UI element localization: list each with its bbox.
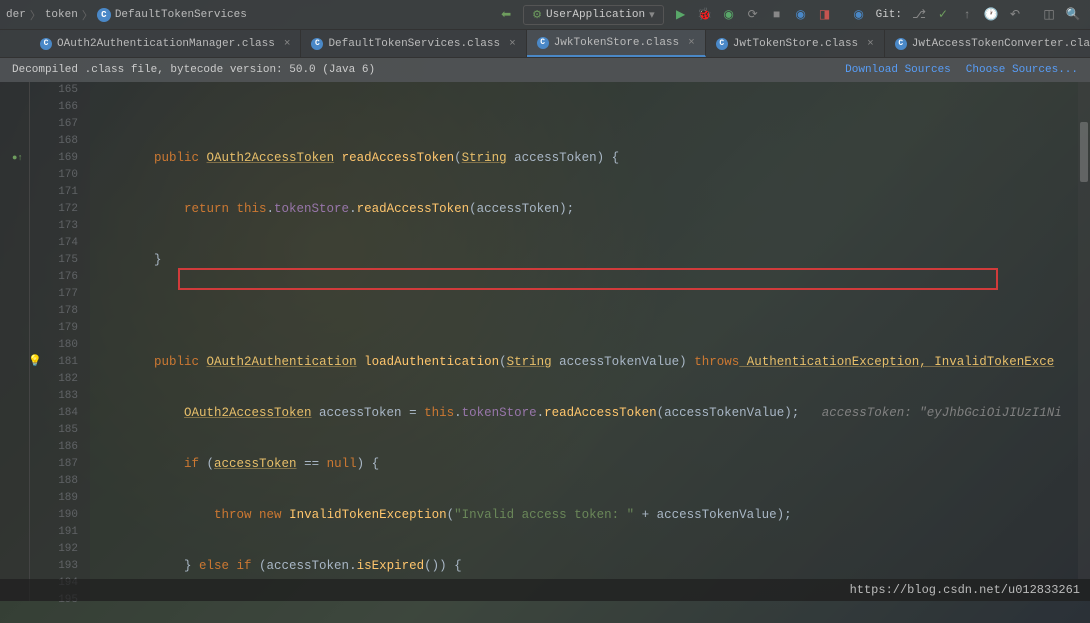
close-icon[interactable]: × [284, 38, 291, 50]
tab-oauth2authmanager[interactable]: C OAuth2AuthenticationManager.class × [30, 30, 301, 57]
line-number: 193 [30, 558, 78, 575]
line-number: 167 [30, 116, 78, 133]
profile-icon[interactable]: ⟳ [742, 4, 764, 26]
line-number: 182 [30, 371, 78, 388]
tool-icon[interactable]: ◉ [848, 4, 870, 26]
close-icon[interactable]: × [867, 38, 874, 50]
line-number: 185 [30, 422, 78, 439]
tab-label: DefaultTokenServices.class [328, 38, 500, 50]
watermark-text: https://blog.csdn.net/u012833261 [850, 583, 1080, 597]
git-history-icon[interactable]: 🕐 [980, 4, 1002, 26]
line-number: 166 [30, 99, 78, 116]
line-number: 187 [30, 456, 78, 473]
close-icon[interactable]: × [509, 38, 516, 50]
tab-label: JwtAccessTokenConverter.class [912, 38, 1090, 50]
git-label: Git: [876, 9, 902, 21]
breadcrumb[interactable]: der 〉 token 〉 C DefaultTokenServices [6, 7, 247, 23]
class-icon: C [537, 37, 549, 49]
run-config-dropdown[interactable]: ⚙ UserApplication ▾ [523, 5, 663, 25]
line-number: 177 [30, 286, 78, 303]
class-icon: C [716, 38, 728, 50]
tool-icon[interactable]: ◫ [1038, 4, 1060, 26]
breadcrumb-class[interactable]: DefaultTokenServices [115, 9, 247, 21]
line-number: 189 [30, 490, 78, 507]
chevron-right-icon: 〉 [82, 7, 93, 23]
tab-defaulttokenservices[interactable]: C DefaultTokenServices.class × [301, 30, 526, 57]
line-number: 191 [30, 524, 78, 541]
git-commit-icon[interactable]: ✓ [932, 4, 954, 26]
line-number: 184 [30, 405, 78, 422]
git-revert-icon[interactable]: ↶ [1004, 4, 1026, 26]
line-number: 183 [30, 388, 78, 405]
line-number: 178 [30, 303, 78, 320]
line-number: ●↑169 [30, 150, 78, 167]
tab-label: JwkTokenStore.class [554, 37, 679, 49]
line-number: 176 [30, 269, 78, 286]
tab-label: JwtTokenStore.class [733, 38, 858, 50]
stop-icon[interactable]: ■ [766, 4, 788, 26]
run-config-label: UserApplication [546, 9, 645, 21]
tab-jwktokenstore[interactable]: C JwkTokenStore.class × [527, 30, 706, 57]
line-number: 170 [30, 167, 78, 184]
line-number: 180 [30, 337, 78, 354]
line-number: 190 [30, 507, 78, 524]
class-icon: C [97, 8, 111, 22]
line-number: 188 [30, 473, 78, 490]
line-number: 179 [30, 320, 78, 337]
bulb-icon[interactable]: 💡 [28, 354, 42, 371]
tab-jwtaccesstokenconverter[interactable]: C JwtAccessTokenConverter.class × [885, 30, 1090, 57]
code-area[interactable]: public OAuth2AccessToken readAccessToken… [90, 82, 1090, 601]
line-number: 175 [30, 252, 78, 269]
line-number: 💡181 [30, 354, 78, 371]
search-icon[interactable]: 🔍 [1062, 4, 1084, 26]
top-toolbar: der 〉 token 〉 C DefaultTokenServices ⬅ ⚙… [0, 0, 1090, 30]
download-sources-link[interactable]: Download Sources [845, 64, 951, 76]
run-icon[interactable]: ▶ [670, 4, 692, 26]
tab-label: OAuth2AuthenticationManager.class [57, 38, 275, 50]
decompile-banner: Decompiled .class file, bytecode version… [0, 58, 1090, 82]
code-editor[interactable]: 165 166 167 168 ●↑169 170 171 172 173 17… [0, 82, 1090, 601]
git-branch-icon[interactable]: ⎇ [908, 4, 930, 26]
line-number: 172 [30, 201, 78, 218]
tool-icon[interactable]: ◨ [814, 4, 836, 26]
breadcrumb-folder[interactable]: token [45, 9, 78, 21]
chevron-down-icon: ▾ [649, 8, 655, 22]
back-icon[interactable]: ⬅ [495, 4, 517, 26]
line-number: 171 [30, 184, 78, 201]
coverage-icon[interactable]: ◉ [718, 4, 740, 26]
line-number: 186 [30, 439, 78, 456]
scrollbar-thumb[interactable] [1080, 122, 1088, 182]
line-number: 168 [30, 133, 78, 150]
editor-tab-bar: C OAuth2AuthenticationManager.class × C … [0, 30, 1090, 58]
chevron-right-icon: 〉 [30, 7, 41, 23]
line-number: 174 [30, 235, 78, 252]
spring-icon: ⚙ [532, 8, 542, 22]
class-icon: C [40, 38, 52, 50]
status-bar: https://blog.csdn.net/u012833261 [0, 579, 1090, 601]
vertical-scrollbar[interactable] [1078, 82, 1090, 579]
line-number: 173 [30, 218, 78, 235]
line-number-gutter: 165 166 167 168 ●↑169 170 171 172 173 17… [30, 82, 90, 601]
git-push-icon[interactable]: ↑ [956, 4, 978, 26]
banner-text: Decompiled .class file, bytecode version… [12, 64, 375, 76]
close-icon[interactable]: × [688, 37, 695, 49]
choose-sources-link[interactable]: Choose Sources... [966, 64, 1078, 76]
class-icon: C [311, 38, 323, 50]
tab-jwttokenstore[interactable]: C JwtTokenStore.class × [706, 30, 885, 57]
breadcrumb-folder[interactable]: der [6, 9, 26, 21]
override-marker-icon[interactable]: ●↑ [12, 150, 23, 167]
debug-icon[interactable]: 🐞 [694, 4, 716, 26]
highlight-box [178, 268, 998, 290]
line-number: 165 [30, 82, 78, 99]
class-icon: C [895, 38, 907, 50]
tool-icon[interactable]: ◉ [790, 4, 812, 26]
line-number: 192 [30, 541, 78, 558]
